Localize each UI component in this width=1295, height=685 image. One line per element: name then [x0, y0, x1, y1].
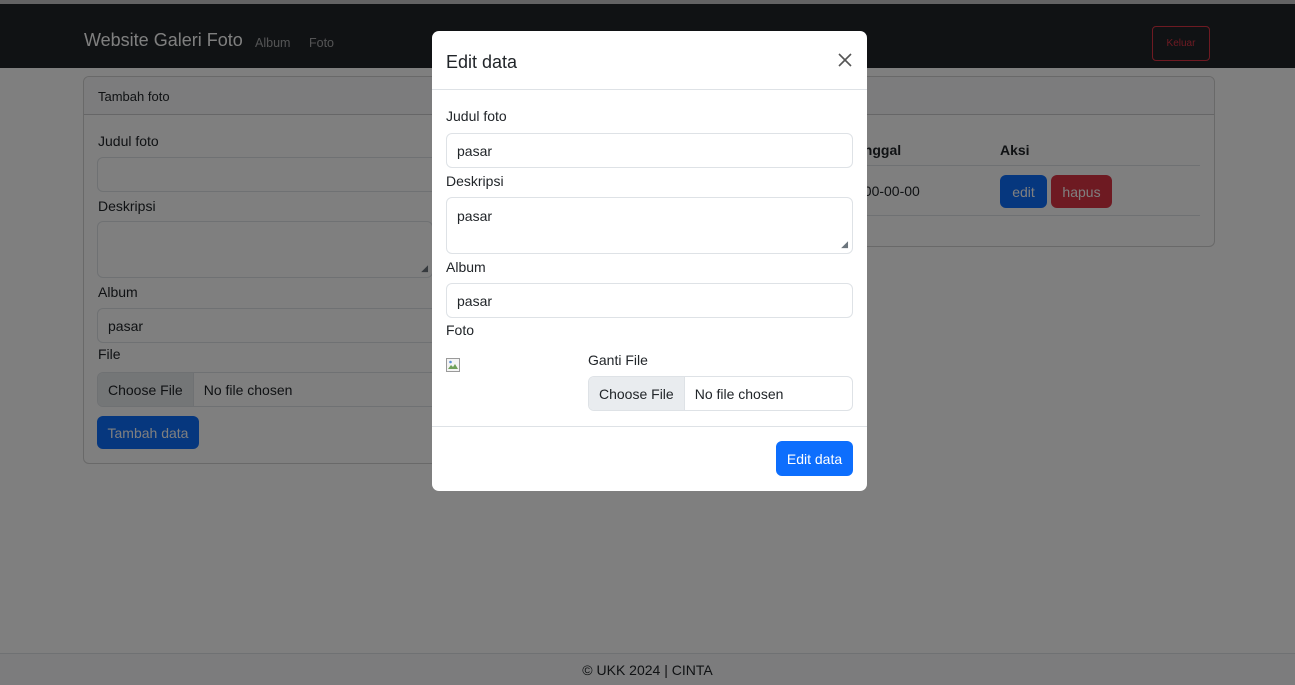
modal-choose-file-button[interactable]: Choose File — [589, 377, 685, 410]
modal-header-divider — [432, 89, 867, 90]
modal-ganti-file-label: Ganti File — [588, 352, 648, 368]
modal-judul-label: Judul foto — [446, 108, 507, 124]
modal-album-label: Album — [446, 259, 486, 275]
modal-deskripsi-textarea[interactable]: pasar ◢ — [446, 197, 853, 254]
modal-album-select[interactable]: pasar — [446, 283, 853, 318]
edit-modal: Edit data Judul foto pasar Deskripsi pas… — [432, 31, 867, 491]
modal-deskripsi-value: pasar — [457, 208, 493, 224]
modal-foto-label: Foto — [446, 322, 475, 338]
edit-data-button[interactable]: Edit data — [776, 441, 853, 476]
modal-file-status: No file chosen — [694, 385, 784, 402]
modal-file-input[interactable]: Choose File No file chosen — [588, 376, 853, 411]
close-icon[interactable] — [834, 49, 856, 71]
modal-deskripsi-label: Deskripsi — [446, 173, 504, 189]
broken-image-icon — [446, 358, 460, 372]
resize-handle-icon[interactable]: ◢ — [841, 239, 848, 250]
modal-judul-input[interactable]: pasar — [446, 133, 853, 168]
modal-footer-divider — [432, 426, 867, 427]
modal-title: Edit data — [446, 52, 518, 72]
